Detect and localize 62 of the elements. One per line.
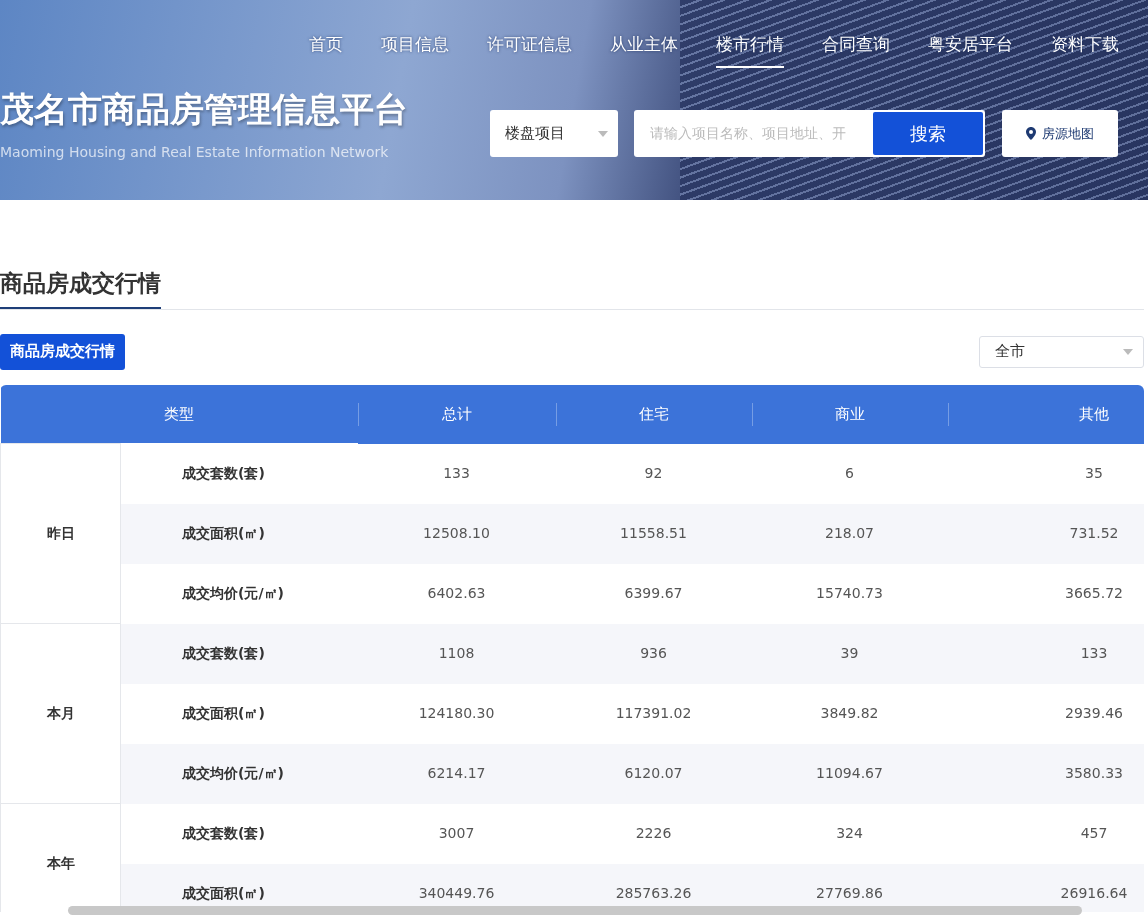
- table-cell: 92: [555, 443, 752, 504]
- column-header: 住宅: [555, 384, 752, 444]
- table-cell: 936: [555, 623, 752, 684]
- site-subtitle: Maoming Housing and Real Estate Information Network: [0, 143, 389, 162]
- column-header: 总计: [357, 384, 556, 444]
- table-cell: 457: [947, 803, 1144, 864]
- nav-link[interactable]: 合同查询: [803, 28, 909, 68]
- category-select[interactable]: 楼盘项目: [490, 110, 618, 157]
- row-label: 成交套数(套): [120, 803, 358, 864]
- caret-icon: [598, 130, 608, 137]
- nav-link[interactable]: 粤安居平台: [909, 28, 1032, 68]
- column-header: 其他: [947, 384, 1144, 444]
- table-cell: 26916.64: [947, 863, 1144, 912]
- table-cell: 6399.67: [555, 563, 752, 624]
- table-cell: 2939.46: [947, 683, 1144, 744]
- row-label: 成交套数(套): [120, 623, 358, 684]
- tab[interactable]: 商品房成交行情: [0, 333, 125, 370]
- table-cell: 6214.17: [357, 743, 556, 804]
- table-cell: 133: [947, 623, 1144, 684]
- nav-link[interactable]: 从业主体: [591, 28, 697, 68]
- search-button[interactable]: 搜索: [873, 112, 983, 155]
- row-label: 成交均价(元/㎡): [120, 563, 358, 624]
- table-cell: 3580.33: [947, 743, 1144, 804]
- table-cell: 3007: [357, 803, 556, 864]
- map-button[interactable]: 房源地图: [1002, 110, 1118, 157]
- row-label: 成交均价(元/㎡): [120, 743, 358, 804]
- nav-link[interactable]: 资料下载: [1032, 28, 1138, 68]
- site-title: 茂名市商品房管理信息平台: [0, 88, 408, 131]
- location-pin-icon: [1026, 127, 1036, 140]
- period-cell: 本年: [0, 803, 121, 912]
- table-cell: 39: [751, 623, 948, 684]
- period-cell: 本月: [0, 623, 121, 804]
- horizontal-scrollbar[interactable]: [68, 906, 1082, 915]
- section-title: 商品房成交行情: [0, 266, 161, 309]
- table-cell: 124180.30: [357, 683, 556, 744]
- table-cell: 2226: [555, 803, 752, 864]
- table-cell: 731.52: [947, 503, 1144, 564]
- table-cell: 3849.82: [751, 683, 948, 744]
- table-cell: 133: [357, 443, 556, 504]
- table-cell: 11094.67: [751, 743, 948, 804]
- table-cell: 1108: [357, 623, 556, 684]
- row-label: 成交套数(套): [120, 443, 358, 504]
- table-cell: 6120.07: [555, 743, 752, 804]
- table-cell: 6: [751, 443, 948, 504]
- row-label: 成交面积(㎡): [120, 683, 358, 744]
- region-select[interactable]: 全市: [979, 335, 1144, 368]
- row-label: 成交面积(㎡): [120, 503, 358, 564]
- table-cell: 117391.02: [555, 683, 752, 744]
- table-cell: 11558.51: [555, 503, 752, 564]
- table-cell: 3665.72: [947, 563, 1144, 624]
- table-cell: 218.07: [751, 503, 948, 564]
- table-cell: 6402.63: [357, 563, 556, 624]
- caret-icon: [1123, 348, 1133, 355]
- column-header: 类型: [0, 384, 358, 444]
- table-cell: 324: [751, 803, 948, 864]
- table-cell: 15740.73: [751, 563, 948, 624]
- search-field[interactable]: 请输入项目名称、项目地址、开 搜索: [634, 110, 985, 157]
- period-cell: 昨日: [0, 443, 121, 624]
- table-cell: 35: [947, 443, 1144, 504]
- nav-link[interactable]: 楼市行情: [697, 28, 803, 68]
- column-header: 商业: [751, 384, 948, 444]
- table-cell: 12508.10: [357, 503, 556, 564]
